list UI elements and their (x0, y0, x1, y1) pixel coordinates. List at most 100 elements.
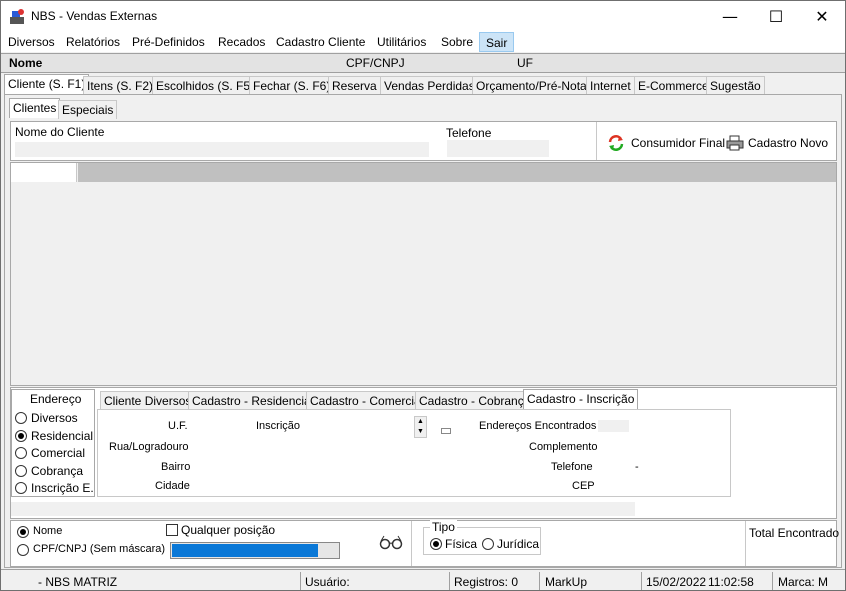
tab-fechar[interactable]: Fechar (S. F6) (249, 76, 335, 95)
radio-diversos-label: Diversos (31, 411, 78, 425)
tab-orcamento[interactable]: Orçamento/Pré-Nota (472, 76, 591, 95)
search-panel: Nome do Cliente Telefone Consumidor Fina… (10, 121, 837, 161)
spin-up-icon[interactable]: ▲ (415, 417, 426, 427)
separator (745, 521, 746, 566)
progress-fill (172, 544, 319, 557)
radio-fisica[interactable] (430, 538, 442, 550)
tab-vendas-perdidas[interactable]: Vendas Perdidas (380, 76, 479, 95)
radio-comercial[interactable] (15, 447, 27, 459)
subtab-especiais[interactable]: Especiais (58, 100, 118, 119)
radio-residencial-label: Residencial (31, 429, 94, 443)
tab-itens[interactable]: Itens (S. F2) (83, 76, 158, 95)
close-button[interactable]: ✕ (799, 1, 845, 32)
menu-relatorios[interactable]: Relatórios (66, 35, 120, 49)
menu-recados[interactable]: Recados (218, 35, 265, 49)
status-date: 15/02/2022 (646, 575, 707, 589)
inscricao-toggle-icon[interactable] (441, 428, 451, 434)
rua-label: Rua/Logradouro (109, 441, 189, 453)
tab-cadastro-inscricao[interactable]: Cadastro - Inscrição (523, 389, 639, 410)
subtab-clientes[interactable]: Clientes (9, 98, 61, 118)
cadastro-novo-button[interactable]: Cadastro Novo (726, 133, 828, 153)
radio-nome[interactable] (17, 526, 29, 538)
radio-cpf-cnpj[interactable] (17, 544, 29, 556)
minimize-button[interactable]: — (707, 1, 753, 32)
grid-indicator-cell (11, 163, 77, 182)
cep-label: CEP (572, 480, 595, 492)
cidade-label: Cidade (155, 480, 190, 492)
tab-cadastro-residencial[interactable]: Cadastro - Residencial (188, 391, 318, 410)
inscricao-panel: U.F. Inscrição ▲ ▼ Endereços Encontrados… (97, 409, 731, 497)
tab-cadastro-cobranca[interactable]: Cadastro - Cobrança (415, 391, 535, 410)
status-marca: Marca: M (778, 575, 829, 589)
tab-sugestao[interactable]: Sugestão (706, 76, 765, 95)
tab-escolhidos[interactable]: Escolhidos (S. F5) (152, 76, 259, 95)
qualquer-posicao-checkbox[interactable] (166, 524, 178, 536)
spin-down-icon[interactable]: ▼ (415, 427, 426, 437)
tab-ecommerce[interactable]: E-Commerce (634, 76, 713, 95)
client-header: Nome CPF/CNPJ UF (1, 53, 845, 73)
radio-comercial-label: Comercial (31, 446, 86, 460)
menu-sair[interactable]: Sair (479, 32, 515, 52)
tab-reserva[interactable]: Reserva (328, 76, 381, 95)
menu-sobre[interactable]: Sobre (441, 35, 473, 49)
tab-cliente-diversos[interactable]: Cliente Diversos (100, 391, 196, 410)
grid-header (78, 163, 836, 182)
radio-nome-label: Nome (33, 525, 63, 537)
inscricao-spinner[interactable]: ▲ ▼ (414, 416, 427, 438)
window-title: NBS - Vendas Externas (31, 9, 158, 23)
menu-utilitarios[interactable]: Utilitários (377, 35, 426, 49)
telefone-label: Telefone (446, 126, 492, 140)
tab-cadastro-comercial[interactable]: Cadastro - Comercial (306, 391, 428, 410)
glasses-icon[interactable] (379, 534, 403, 550)
radio-inscricao[interactable] (15, 482, 27, 494)
status-bar: - NBS MATRIZ Usuário: Registros: 0 MarkU… (1, 569, 845, 590)
radio-cobranca-label: Cobrança (31, 464, 84, 478)
header-cpf: CPF/CNPJ (346, 56, 405, 70)
radio-residencial[interactable] (15, 430, 27, 442)
detail-info-bar (11, 502, 635, 516)
total-encontrado-label: Total Encontrado (749, 526, 840, 540)
menu-cadastro-cliente[interactable]: Cadastro Cliente (276, 35, 365, 49)
separator (411, 521, 412, 566)
radio-fisica-label: Física (445, 537, 478, 551)
inscricao-label: Inscrição (256, 420, 301, 432)
consumidor-final-button[interactable]: Consumidor Final (607, 133, 725, 153)
status-usuario: Usuário: (305, 575, 350, 589)
bairro-label: Bairro (161, 461, 191, 473)
results-grid[interactable] (10, 162, 837, 386)
radio-inscricao-label: Inscrição E. (31, 481, 94, 495)
endereco-group: Endereço Diversos Residencial Comercial … (11, 389, 95, 497)
radio-diversos[interactable] (15, 412, 27, 424)
separator (449, 572, 450, 590)
tab-cliente[interactable]: Cliente (S. F1) (4, 74, 90, 95)
enderecos-encontrados-label: Endereços Encontrados (479, 420, 597, 432)
complemento-label: Complemento (529, 441, 598, 453)
refresh-icon (608, 135, 624, 151)
tipo-title: Tipo (430, 520, 457, 534)
radio-juridica[interactable] (482, 538, 494, 550)
nome-cliente-input[interactable] (15, 142, 429, 157)
status-empresa: - NBS MATRIZ (38, 575, 118, 589)
tipo-group: Tipo Física Jurídica (423, 520, 541, 555)
separator (539, 572, 540, 590)
radio-juridica-label: Jurídica (497, 537, 540, 551)
menu-pre-definidos[interactable]: Pré-Definidos (132, 35, 205, 49)
menu-diversos[interactable]: Diversos (8, 35, 55, 49)
nome-cliente-label: Nome do Cliente (15, 125, 105, 139)
radio-cpf-cnpj-label: CPF/CNPJ (Sem máscara) (33, 543, 166, 555)
detail-telefone-value: - (635, 461, 639, 473)
separator (300, 572, 301, 590)
endereco-title: Endereço (30, 392, 82, 406)
status-markup: MarkUp (545, 575, 588, 589)
telefone-input[interactable] (447, 140, 549, 157)
maximize-button[interactable]: ☐ (753, 1, 799, 32)
enderecos-encontrados-value (598, 420, 629, 432)
tab-internet[interactable]: Internet (586, 76, 635, 95)
status-registros: Registros: 0 (454, 575, 519, 589)
qualquer-posicao-label: Qualquer posição (181, 523, 276, 537)
menu-bar: Diversos Relatórios Pré-Definidos Recado… (1, 32, 845, 52)
progress-bar (170, 542, 340, 559)
radio-cobranca[interactable] (15, 465, 27, 477)
status-time: 11:02:58 (708, 575, 754, 589)
uf-label: U.F. (168, 420, 188, 432)
